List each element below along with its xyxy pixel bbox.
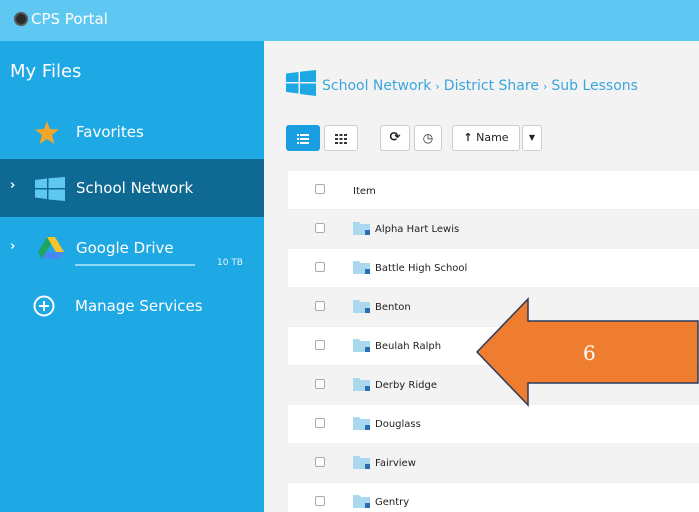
item-name: Benton [375,302,411,313]
list-item[interactable]: Gentry [288,483,699,512]
list-item[interactable]: Battle High School [288,249,699,288]
plus-circle-icon [33,295,55,317]
app-title: CPS Portal [31,10,108,28]
grid-icon [335,134,347,144]
item-name: Fairview [375,458,416,469]
sidebar-item-label: Google Drive [76,239,174,257]
chevron-right-icon: › [10,178,16,193]
sidebar-item-school-network[interactable]: › School Network [0,159,264,217]
chevron-right-icon: › [10,239,16,254]
breadcrumb-separator-icon: › [435,80,440,93]
clock-icon: ◷ [422,131,434,145]
network-folder-icon [353,261,370,274]
breadcrumb-sub-lessons[interactable]: Sub Lessons [551,78,638,94]
star-icon [35,121,59,144]
item-name: Alpha Hart Lewis [375,224,460,235]
network-folder-icon [353,495,370,508]
breadcrumb-separator-icon: › [542,80,548,93]
sidebar-item-manage-services[interactable]: Manage Services [0,281,264,338]
list-item[interactable]: Fairview [288,444,699,483]
item-name: Beulah Ralph [375,341,442,352]
row-checkbox[interactable] [315,496,325,506]
select-all-checkbox[interactable] [315,184,325,194]
main-content: School Network › District Share › Sub Lesson… [264,41,699,512]
sidebar-heading[interactable]: My Files [10,61,81,82]
row-checkbox[interactable] [315,457,325,467]
sidebar-item-google-drive[interactable]: › Google Drive 10 TB [0,223,264,280]
row-checkbox[interactable] [315,379,325,389]
list-view-button[interactable] [286,125,320,151]
sidebar-item-favorites[interactable]: Favorites [0,105,264,162]
column-header-item[interactable]: Item [353,186,376,197]
arrow-up-icon: ↑ [463,131,473,144]
top-bar: CPS Portal [0,0,699,41]
network-folder-icon [353,417,370,430]
sidebar: My Files Favorites › School Network › Go… [0,41,264,512]
breadcrumb-school-network[interactable]: School Network [322,78,431,94]
row-checkbox[interactable] [315,262,325,272]
row-checkbox[interactable] [315,340,325,350]
refresh-button[interactable]: ⟳ [380,125,410,151]
row-checkbox[interactable] [315,301,325,311]
sidebar-item-label: Manage Services [75,297,203,315]
windows-icon [35,177,65,201]
item-name: Gentry [375,497,410,508]
storage-size-label: 10 TB [217,258,243,268]
grid-view-button[interactable] [324,125,358,151]
caret-down-icon: ▼ [528,133,536,142]
sidebar-item-label: School Network [76,179,194,197]
recent-button[interactable]: ◷ [414,125,442,151]
network-folder-icon [353,378,370,391]
row-checkbox[interactable] [315,418,325,428]
list-icon [297,134,309,144]
network-folder-icon [353,456,370,469]
sort-label: Name [476,131,509,144]
windows-icon [286,70,316,96]
network-folder-icon [353,300,370,313]
item-name: Douglass [375,419,421,430]
google-drive-icon [38,237,64,259]
cps-logo-icon [14,12,28,26]
network-folder-icon [353,339,370,352]
storage-usage-bar [75,264,195,266]
sort-name-button[interactable]: ↑ Name [452,125,520,151]
breadcrumb-district-share[interactable]: District Share [444,78,539,94]
item-name: Battle High School [375,263,468,274]
annotation-number: 6 [583,341,596,365]
row-checkbox[interactable] [315,223,325,233]
list-item[interactable]: Alpha Hart Lewis [288,210,699,249]
refresh-icon: ⟳ [389,130,401,145]
sort-options-dropdown[interactable]: ▼ [522,125,542,151]
network-folder-icon [353,222,370,235]
item-name: Derby Ridge [375,380,437,391]
sidebar-item-label: Favorites [76,123,144,141]
list-header-row: Item [288,171,699,210]
list-item[interactable]: Douglass [288,405,699,444]
